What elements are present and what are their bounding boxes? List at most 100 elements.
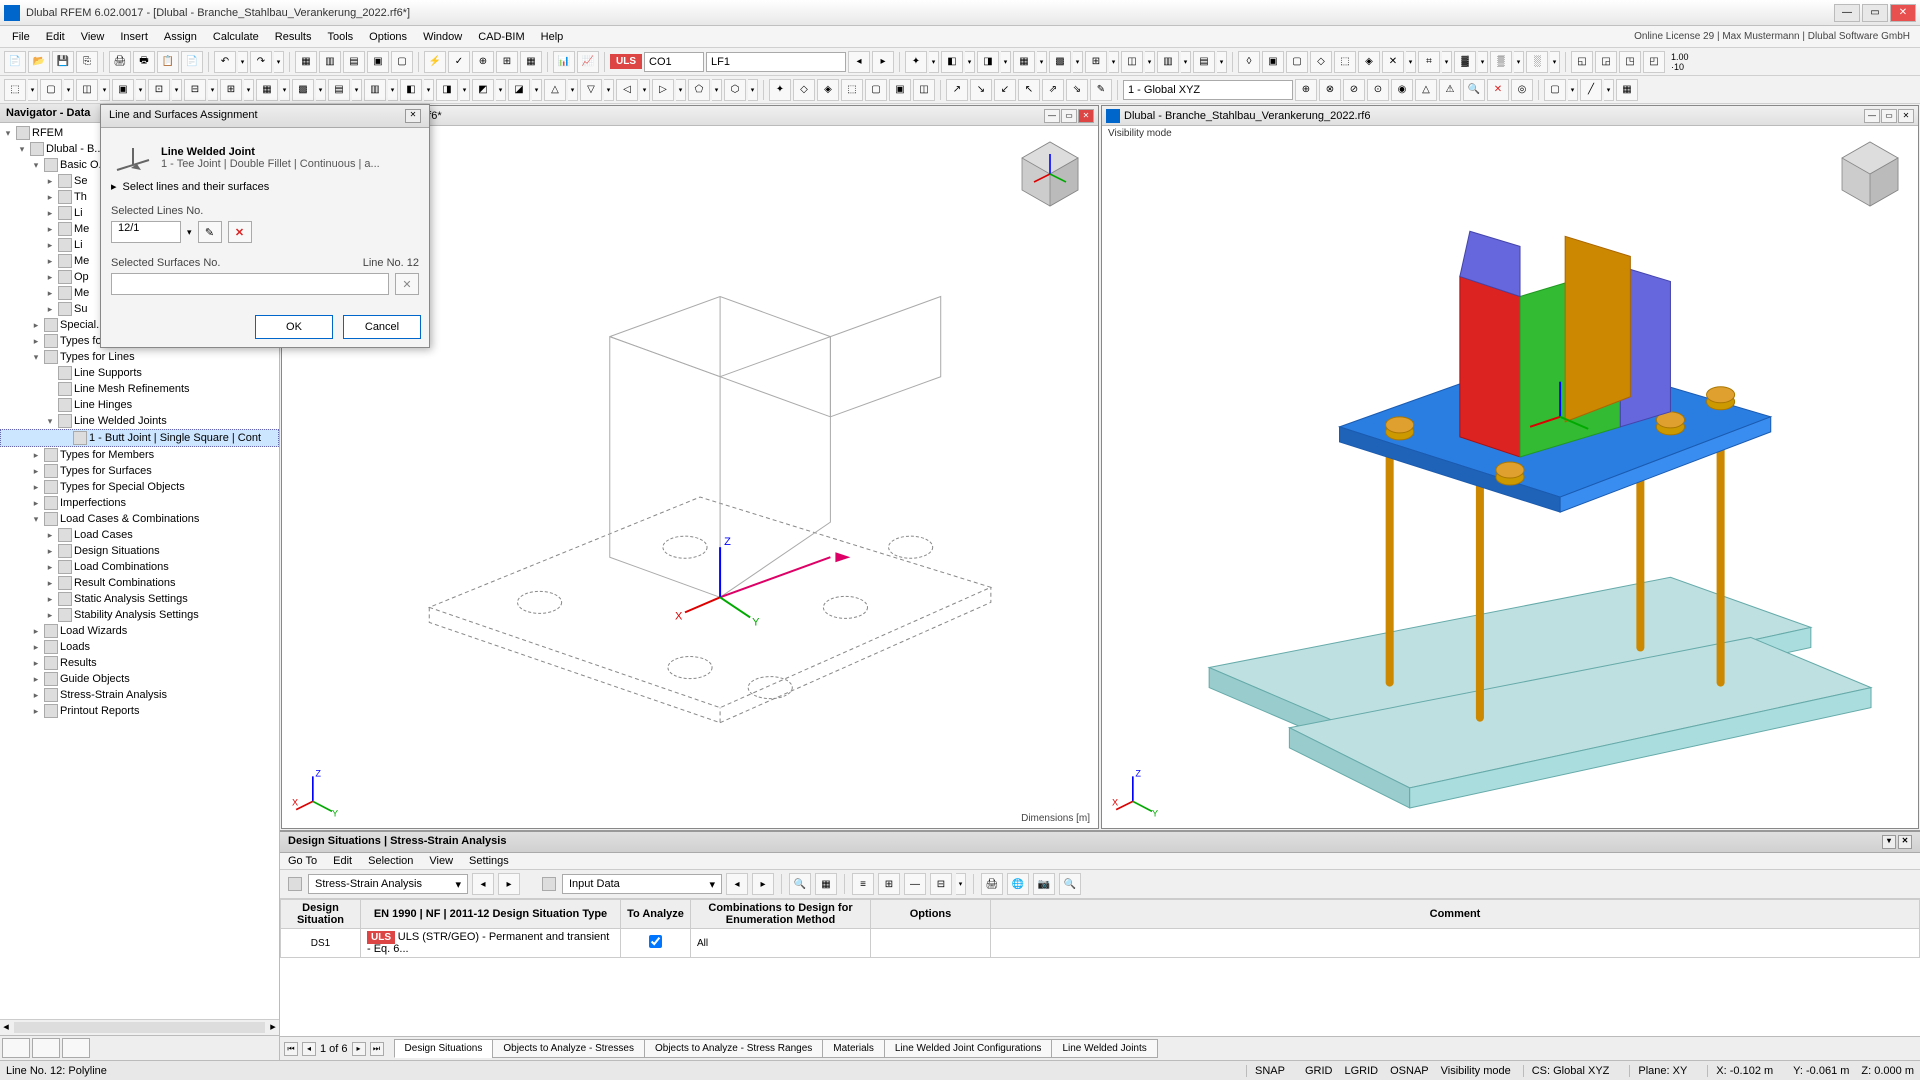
menu-results[interactable]: Results xyxy=(267,29,320,45)
t5-icon[interactable]: ▩ xyxy=(1049,51,1071,73)
nav-tab-3[interactable] xyxy=(62,1038,90,1058)
module-combo[interactable]: Stress-Strain Analysis▾ xyxy=(308,874,468,894)
s2-icon[interactable]: ▢ xyxy=(40,79,62,101)
t3-icon[interactable]: ◨ xyxy=(977,51,999,73)
t23-icon[interactable]: ◳ xyxy=(1619,51,1641,73)
status-osnap[interactable]: OSNAP xyxy=(1390,1065,1429,1077)
s16-icon[interactable]: △ xyxy=(544,79,566,101)
save-icon[interactable]: 💾 xyxy=(52,51,74,73)
minimize-button[interactable]: — xyxy=(1834,4,1860,22)
s32-icon[interactable]: ↖ xyxy=(1018,79,1040,101)
status-lgrid[interactable]: LGRID xyxy=(1344,1065,1378,1077)
tab-stress-ranges[interactable]: Objects to Analyze - Stress Ranges xyxy=(644,1039,823,1058)
bt10[interactable]: 🔍 xyxy=(1059,873,1081,895)
bp-close[interactable]: ✕ xyxy=(1898,835,1912,849)
paste-icon[interactable]: 📄 xyxy=(181,51,203,73)
saveall-icon[interactable]: ⎘ xyxy=(76,51,98,73)
tab-design-situations[interactable]: Design Situations xyxy=(394,1039,494,1058)
vp-max[interactable]: ▭ xyxy=(1061,109,1077,123)
s37-icon[interactable]: ⊗ xyxy=(1319,79,1341,101)
s30-icon[interactable]: ↘ xyxy=(970,79,992,101)
status-grid[interactable]: GRID xyxy=(1305,1065,1333,1077)
menu-assign[interactable]: Assign xyxy=(156,29,205,45)
bm-edit[interactable]: Edit xyxy=(333,855,352,867)
res2-icon[interactable]: 📈 xyxy=(577,51,599,73)
s13-icon[interactable]: ◨ xyxy=(436,79,458,101)
menu-file[interactable]: File xyxy=(4,29,38,45)
res1-icon[interactable]: 📊 xyxy=(553,51,575,73)
s20-icon[interactable]: ⬠ xyxy=(688,79,710,101)
s42-icon[interactable]: ⚠ xyxy=(1439,79,1461,101)
s1-icon[interactable]: ⬚ xyxy=(4,79,26,101)
s22-icon[interactable]: ✦ xyxy=(769,79,791,101)
bt1[interactable]: 🔍 xyxy=(789,873,811,895)
s4-icon[interactable]: ▣ xyxy=(112,79,134,101)
s47-icon[interactable]: ╱ xyxy=(1580,79,1602,101)
s23-icon[interactable]: ◇ xyxy=(793,79,815,101)
bm-view[interactable]: View xyxy=(429,855,453,867)
print-icon[interactable]: 🖨 xyxy=(109,51,131,73)
s5-icon[interactable]: ⊡ xyxy=(148,79,170,101)
s31-icon[interactable]: ↙ xyxy=(994,79,1016,101)
bm-sel[interactable]: Selection xyxy=(368,855,413,867)
undo-icon[interactable]: ↶ xyxy=(214,51,236,73)
t7-icon[interactable]: ◫ xyxy=(1121,51,1143,73)
t11-icon[interactable]: ▣ xyxy=(1262,51,1284,73)
page-prev[interactable]: ◂ xyxy=(302,1042,316,1056)
cancel-button[interactable]: Cancel xyxy=(343,315,421,339)
s35-icon[interactable]: ✎ xyxy=(1090,79,1112,101)
clear-icon[interactable]: ✕ xyxy=(228,221,252,243)
t1-icon[interactable]: ✦ xyxy=(905,51,927,73)
vp-close[interactable]: ✕ xyxy=(1078,109,1094,123)
s45-icon[interactable]: ◎ xyxy=(1511,79,1533,101)
bt8[interactable]: 🌐 xyxy=(1007,873,1029,895)
data-next[interactable]: ▸ xyxy=(752,873,774,895)
t12-icon[interactable]: ▢ xyxy=(1286,51,1308,73)
tab-weld-joints[interactable]: Line Welded Joints xyxy=(1051,1039,1157,1058)
t16-icon[interactable]: ✕ xyxy=(1382,51,1404,73)
print2-icon[interactable]: 🖶 xyxy=(133,51,155,73)
view1-icon[interactable]: ▦ xyxy=(295,51,317,73)
redo-drop[interactable]: ▾ xyxy=(274,51,284,73)
menu-cadbim[interactable]: CAD-BIM xyxy=(470,29,532,45)
t4-icon[interactable]: ▦ xyxy=(1013,51,1035,73)
nav-cube[interactable] xyxy=(1010,134,1090,214)
s36-icon[interactable]: ⊕ xyxy=(1295,79,1317,101)
menu-tools[interactable]: Tools xyxy=(319,29,361,45)
prev-icon[interactable]: ◂ xyxy=(848,51,870,73)
redo-icon[interactable]: ↷ xyxy=(250,51,272,73)
bt9[interactable]: 📷 xyxy=(1033,873,1055,895)
ok-button[interactable]: OK xyxy=(255,315,333,339)
s8-icon[interactable]: ▦ xyxy=(256,79,278,101)
calc5-icon[interactable]: ▦ xyxy=(520,51,542,73)
vp-min[interactable]: — xyxy=(1044,109,1060,123)
s18-icon[interactable]: ◁ xyxy=(616,79,638,101)
s39-icon[interactable]: ⊙ xyxy=(1367,79,1389,101)
bottom-grid[interactable]: Design Situation EN 1990 | NF | 2011-12 … xyxy=(280,899,1920,1036)
menu-help[interactable]: Help xyxy=(533,29,572,45)
s41-icon[interactable]: △ xyxy=(1415,79,1437,101)
s33-icon[interactable]: ⇗ xyxy=(1042,79,1064,101)
new-icon[interactable]: 📄 xyxy=(4,51,26,73)
menu-calculate[interactable]: Calculate xyxy=(205,29,267,45)
t15-icon[interactable]: ◈ xyxy=(1358,51,1380,73)
open-icon[interactable]: 📂 xyxy=(28,51,50,73)
bt4[interactable]: ⊞ xyxy=(878,873,900,895)
s25-icon[interactable]: ⬚ xyxy=(841,79,863,101)
t19-icon[interactable]: ▒ xyxy=(1490,51,1512,73)
bp-pin[interactable]: ▾ xyxy=(1882,835,1896,849)
s26-icon[interactable]: ▢ xyxy=(865,79,887,101)
calc1-icon[interactable]: ⚡ xyxy=(424,51,446,73)
view4-icon[interactable]: ▣ xyxy=(367,51,389,73)
menu-edit[interactable]: Edit xyxy=(38,29,73,45)
bt6[interactable]: ⊟ xyxy=(930,873,952,895)
s43-icon[interactable]: 🔍 xyxy=(1463,79,1485,101)
t18-icon[interactable]: ▓ xyxy=(1454,51,1476,73)
view3-icon[interactable]: ▤ xyxy=(343,51,365,73)
s15-icon[interactable]: ◪ xyxy=(508,79,530,101)
cancel-icon[interactable]: ✕ xyxy=(1487,79,1509,101)
status-vis[interactable]: Visibility mode xyxy=(1441,1065,1511,1077)
s29-icon[interactable]: ↗ xyxy=(946,79,968,101)
t24-icon[interactable]: ◰ xyxy=(1643,51,1665,73)
data-combo[interactable]: Input Data▾ xyxy=(562,874,722,894)
